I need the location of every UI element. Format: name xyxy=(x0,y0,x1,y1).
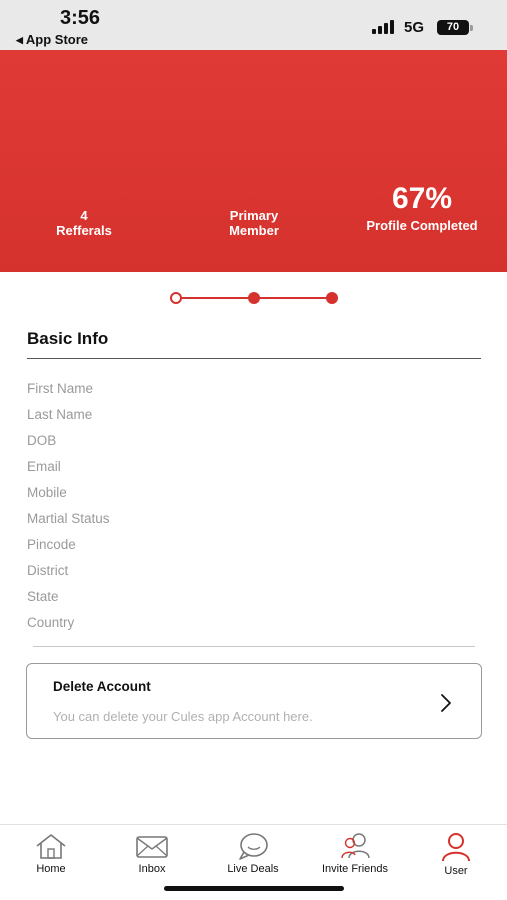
chevron-right-icon xyxy=(441,694,451,712)
tab-user[interactable]: User xyxy=(416,832,496,877)
stepper-step-3[interactable] xyxy=(326,292,338,304)
delete-account-card[interactable]: Delete Account You can delete your Cules… xyxy=(26,663,482,739)
stepper-step-1[interactable] xyxy=(170,292,182,304)
field-pincode[interactable]: Pincode xyxy=(27,536,477,562)
fields-divider xyxy=(33,646,475,647)
delete-account-title: Delete Account xyxy=(53,679,151,694)
tab-invite-friends[interactable]: Invite Friends xyxy=(315,832,395,875)
tab-inbox-label: Inbox xyxy=(138,863,166,875)
delete-account-subtitle: You can delete your Cules app Account he… xyxy=(53,709,313,724)
membership-line2: Member xyxy=(229,223,279,238)
referrals-stat[interactable]: 4 Refferals xyxy=(34,208,134,238)
tab-live-deals[interactable]: Live Deals xyxy=(213,832,293,875)
tab-invite-friends-label: Invite Friends xyxy=(321,863,389,875)
membership-line1: Primary xyxy=(229,208,279,223)
home-indicator[interactable] xyxy=(164,886,344,891)
field-state[interactable]: State xyxy=(27,588,477,614)
back-app-label: App Store xyxy=(25,32,89,47)
field-district[interactable]: District xyxy=(27,562,477,588)
status-bar: 3:56 ◀ App Store 5G 70 xyxy=(0,0,507,50)
users-icon xyxy=(341,833,370,859)
tab-home[interactable]: Home xyxy=(11,832,91,875)
referrals-label: Refferals xyxy=(56,223,112,238)
tab-live-deals-label: Live Deals xyxy=(227,863,279,875)
envelope-icon xyxy=(136,836,168,858)
home-icon xyxy=(36,834,66,859)
chat-bubble-icon xyxy=(239,833,268,860)
tab-inbox[interactable]: Inbox xyxy=(112,832,192,875)
battery-icon: 70 xyxy=(437,20,469,35)
field-email[interactable]: Email xyxy=(27,458,477,484)
tab-user-label: User xyxy=(444,865,468,877)
field-country[interactable]: Country xyxy=(27,614,477,640)
field-marital-status[interactable]: Martial Status xyxy=(27,510,477,536)
profile-completion-value: 67% xyxy=(391,182,453,215)
membership-stat: Primary Member xyxy=(204,208,304,238)
profile-completion-label: Profile Completed xyxy=(366,218,478,233)
field-dob[interactable]: DOB xyxy=(27,432,477,458)
status-time: 3:56 xyxy=(60,7,101,29)
profile-stepper xyxy=(170,290,340,306)
profile-header: 4 Refferals Primary Member 67% Profile C… xyxy=(0,50,507,272)
network-type: 5G xyxy=(404,19,425,36)
stepper-step-2[interactable] xyxy=(248,292,260,304)
signal-icon xyxy=(372,20,396,34)
referrals-count: 4 xyxy=(80,208,88,223)
basic-info-fields: First Name Last Name DOB Email Mobile Ma… xyxy=(27,380,477,640)
basic-info-title: Basic Info xyxy=(27,329,109,348)
field-mobile[interactable]: Mobile xyxy=(27,484,477,510)
back-arrow-icon: ◀ xyxy=(16,35,23,45)
field-first-name[interactable]: First Name xyxy=(27,380,477,406)
tab-home-label: Home xyxy=(36,863,66,875)
section-divider xyxy=(27,358,481,359)
back-to-app-store[interactable]: ◀ App Store xyxy=(16,32,88,47)
profile-completion-stat: 67% Profile Completed xyxy=(352,182,492,233)
field-last-name[interactable]: Last Name xyxy=(27,406,477,432)
tab-bar-divider xyxy=(0,824,507,825)
user-icon xyxy=(442,833,470,862)
battery-tip xyxy=(470,25,473,31)
